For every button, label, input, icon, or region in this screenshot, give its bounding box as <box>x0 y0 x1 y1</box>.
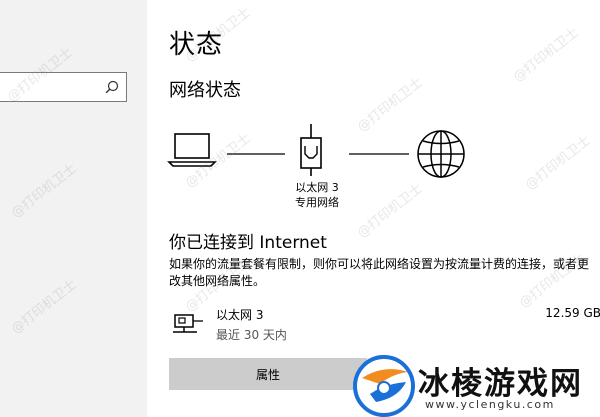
ethernet-adapter-icon <box>173 314 203 333</box>
connection-period: 最近 30 天内 <box>216 328 287 342</box>
ethernet-icon <box>300 124 322 176</box>
connection-name: 以太网 3 <box>216 308 264 322</box>
data-usage: 12.59 GB <box>545 306 600 320</box>
globe-icon <box>417 130 465 178</box>
network-type: 专用网络 <box>295 196 339 209</box>
connected-heading: 你已连接到 Internet <box>169 233 327 253</box>
adapter-label: 以太网 3 专用网络 <box>292 180 342 210</box>
network-status-heading: 网络状态 <box>169 80 241 101</box>
search-icon[interactable] <box>105 80 119 94</box>
connection-usage-row[interactable]: 以太网 3 最近 30 天内 12.59 GB <box>167 306 600 346</box>
adapter-name: 以太网 3 <box>295 181 339 194</box>
logo-text: 冰棱游戏网 <box>418 366 583 402</box>
properties-button[interactable]: 属性 <box>169 358 367 390</box>
site-logo: 冰棱游戏网 www.yclengku.com <box>352 354 600 417</box>
logo-emblem-icon <box>353 355 415 417</box>
logo-url: www.yclengku.com <box>425 398 555 411</box>
